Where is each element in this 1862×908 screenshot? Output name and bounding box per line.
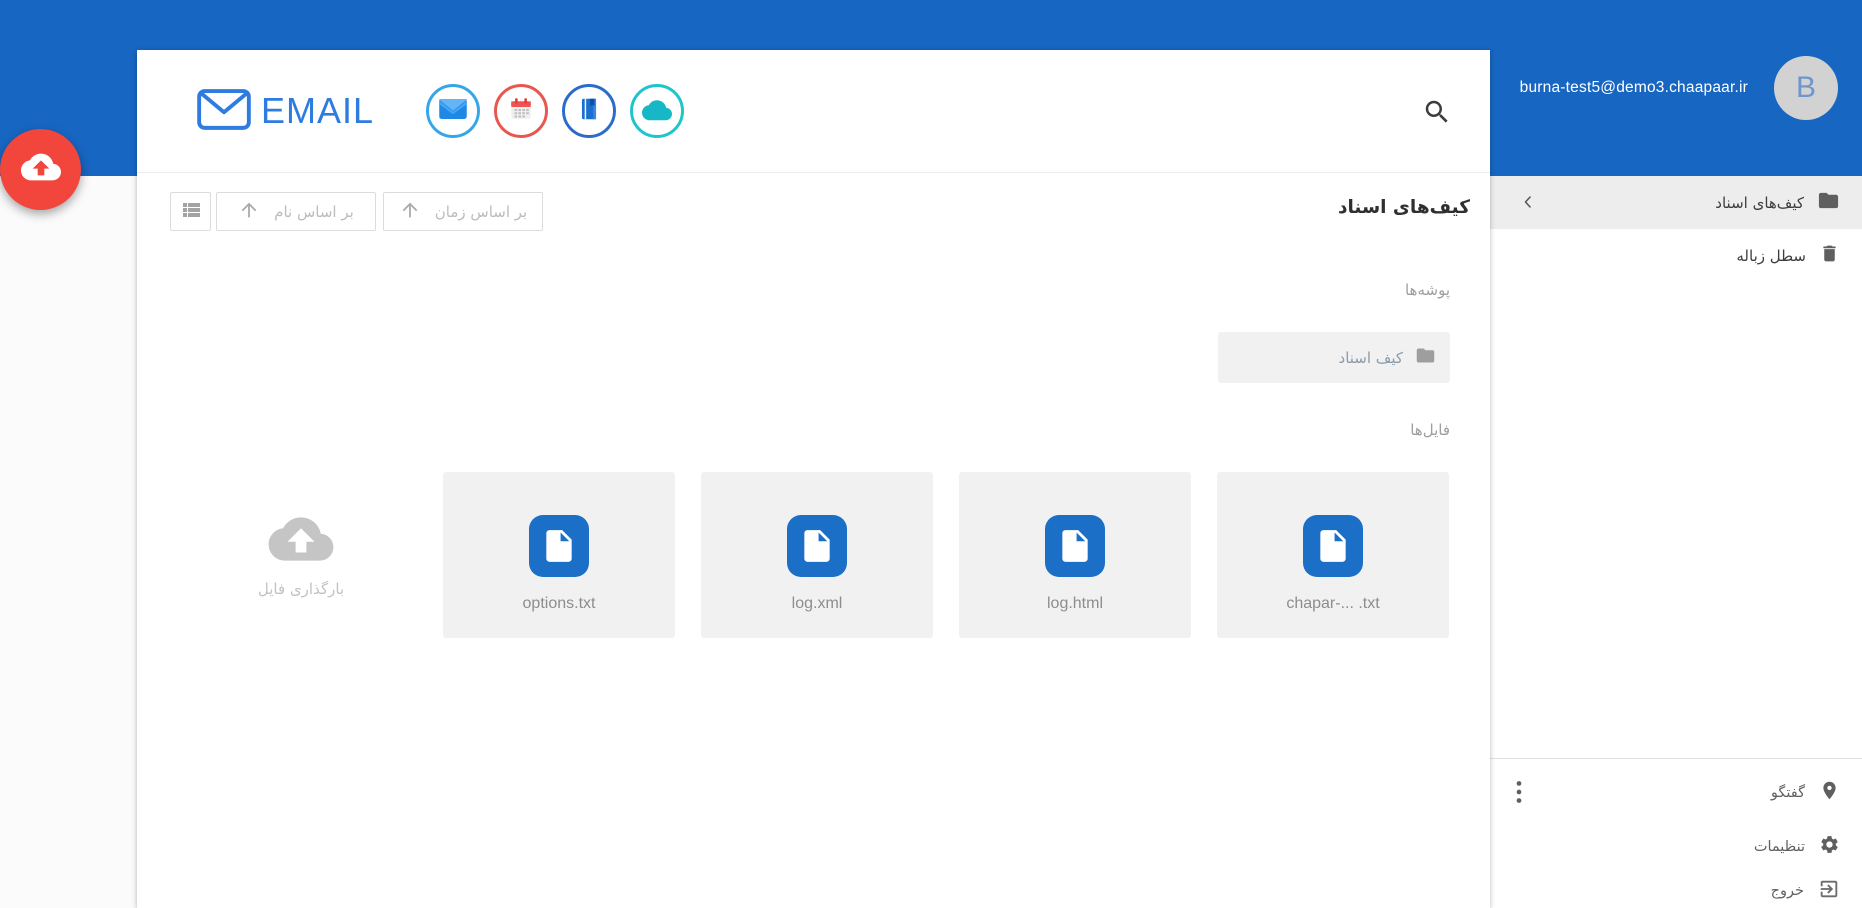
gear-icon [1819,834,1840,860]
sidebar-item-label: خروج [1770,883,1804,899]
sort-by-name-label: بر اساس نام [274,202,354,221]
avatar-letter: B [1795,71,1816,104]
logo-text: EMAIL [261,90,375,131]
folder-icon [1817,189,1840,217]
file-card[interactable]: chapar-... .txt [1217,472,1449,638]
sidebar-item-logout[interactable]: خروج [1490,867,1862,908]
cloud-icon [642,97,673,126]
logout-icon [1818,878,1840,905]
more-options-button[interactable] [1506,777,1536,809]
mail-app-button[interactable] [426,84,481,138]
sidebar-item-label: تنظیمات [1753,839,1805,855]
app-switcher [426,84,685,138]
main-panel: EMAIL [137,50,1490,908]
cloud-app-button[interactable] [630,84,685,138]
book-icon [576,96,602,127]
chevron-left-icon[interactable] [1518,192,1538,212]
file-name: log.html [1046,595,1104,612]
sort-by-time-button[interactable]: بر اساس زمان [383,192,543,231]
file-icon [529,515,589,577]
folder-name: کیف اسناد [1338,348,1403,367]
upload-file-label: بارگذاری فایل [257,580,345,598]
sidebar-item-trash[interactable]: سطل زباله [1490,229,1862,282]
sidebar: کیف‌های اسناد سطل زباله گفتگو تنظیمات [1490,176,1862,908]
logo-envelope-icon [195,86,253,137]
file-icon [1045,515,1105,577]
sort-by-time-label: بر اساس زمان [434,202,528,221]
calendar-icon [508,96,534,127]
cloud-upload-icon [20,147,61,192]
sort-arrow-up-icon [399,199,421,225]
file-name: chapar-... .txt [1286,595,1380,612]
sidebar-item-settings[interactable]: تنظیمات [1490,823,1862,871]
app-logo[interactable]: EMAIL [195,86,374,137]
files-section-label: فایل‌ها [1410,421,1450,439]
sidebar-item-label: کیف‌های اسناد [1715,193,1804,212]
account-area[interactable]: burna-test5@demo3.chaapaar.ir B [1520,0,1838,176]
folders-section-label: پوشه‌ها [1404,281,1450,299]
sidebar-item-label: سطل زباله [1736,246,1806,265]
account-email: burna-test5@demo3.chaapaar.ir [1519,79,1748,96]
sidebar-item-document-bags[interactable]: کیف‌های اسناد [1490,176,1862,229]
file-icon [787,515,847,577]
folder-card[interactable]: کیف اسناد [1218,332,1450,383]
folder-icon [1415,345,1436,370]
mail-icon [438,97,468,126]
upload-file-dropzone[interactable]: بارگذاری فایل [185,472,417,638]
list-view-icon [179,198,203,226]
upload-fab[interactable] [0,129,81,210]
files-grid: بارگذاری فایل options.txt log.xml log.ht… [185,472,1449,638]
cloud-upload-icon [266,512,336,570]
file-icon [1303,515,1363,577]
sort-arrow-up-icon [238,199,260,225]
sidebar-footer: گفتگو تنظیمات خروج [1490,758,1862,908]
file-name: options.txt [522,595,596,612]
sidebar-item-label: گفتگو [1770,785,1805,801]
panel-header: EMAIL [137,50,1490,173]
page-title: کیف‌های اسناد [1337,197,1470,218]
file-card[interactable]: log.html [959,472,1191,638]
file-card[interactable]: options.txt [443,472,675,638]
sort-by-name-button[interactable]: بر اساس نام [216,192,376,231]
trash-icon [1819,243,1840,269]
avatar[interactable]: B [1774,56,1838,120]
list-view-toggle[interactable] [170,192,211,231]
search-icon [1422,100,1452,131]
file-card[interactable]: log.xml [701,472,933,638]
chat-pin-icon [1819,780,1840,806]
search-button[interactable] [1422,97,1452,127]
contacts-app-button[interactable] [562,84,617,138]
file-name: log.xml [791,595,843,612]
calendar-app-button[interactable] [494,84,549,138]
sidebar-item-chat[interactable]: گفتگو [1490,769,1862,817]
